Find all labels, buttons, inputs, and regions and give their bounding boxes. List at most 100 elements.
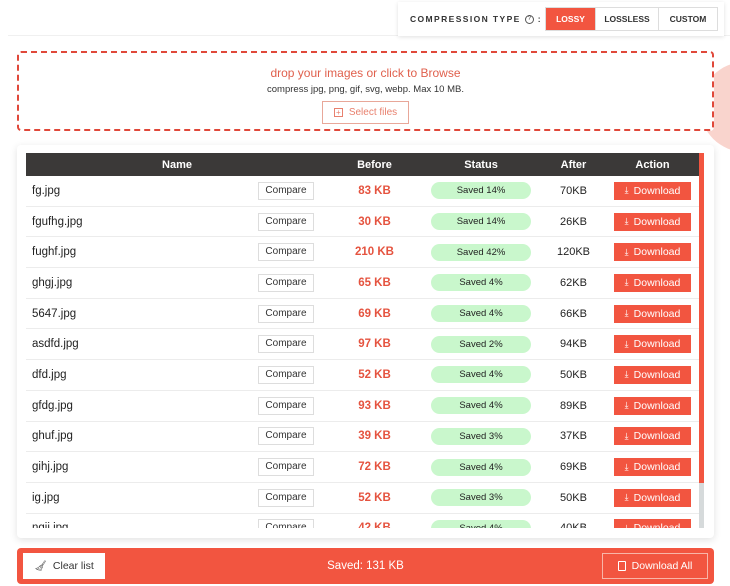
before-size: 210 KB: [355, 246, 394, 259]
download-label: Download: [633, 399, 681, 412]
before-size: 65 KB: [358, 276, 391, 289]
drop-zone[interactable]: drop your images or click to Browse comp…: [17, 51, 714, 131]
clear-list-label: Clear list: [52, 560, 94, 572]
after-size: 40KB: [560, 522, 587, 528]
download-label: Download: [633, 215, 681, 228]
compare-button[interactable]: Compare: [258, 365, 314, 384]
after-size-cell: 40KB: [541, 522, 606, 528]
after-size-cell: 37KB: [541, 430, 606, 442]
table-row: ghgj.jpg Compare 65 KB Saved 4% 62KB ⤓ D…: [26, 268, 699, 299]
table-row: 5647.jpg Compare 69 KB Saved 4% 66KB ⤓ D…: [26, 299, 699, 330]
status-cell: Saved 3%: [421, 427, 541, 445]
before-size-cell: 72 KB: [328, 461, 421, 473]
header-status: Status: [464, 158, 498, 171]
after-size: 94KB: [560, 338, 587, 351]
after-size-cell: 62KB: [541, 277, 606, 289]
before-size: 69 KB: [358, 307, 391, 320]
status-badge: Saved 4%: [431, 366, 531, 384]
compare-button[interactable]: Compare: [258, 212, 314, 231]
file-name: fughf.jpg: [32, 246, 77, 259]
compare-button[interactable]: Compare: [258, 458, 314, 477]
status-badge: Saved 4%: [431, 274, 531, 292]
compare-button[interactable]: Compare: [258, 181, 314, 200]
after-size-cell: 89KB: [541, 400, 606, 412]
after-size-cell: 66KB: [541, 308, 606, 320]
status-badge: Saved 14%: [431, 182, 531, 200]
compare-button[interactable]: Compare: [258, 335, 314, 354]
compare-button[interactable]: Compare: [258, 304, 314, 323]
drop-zone-subtitle: compress jpg, png, gif, svg, webp. Max 1…: [267, 84, 464, 95]
before-size-cell: 69 KB: [328, 308, 421, 320]
compare-button[interactable]: Compare: [258, 427, 314, 446]
download-button[interactable]: ⤓ Download: [614, 488, 691, 507]
download-button[interactable]: ⤓ Download: [614, 458, 691, 477]
compare-cell: Compare: [258, 458, 328, 477]
compare-cell: Compare: [258, 212, 328, 231]
compare-button[interactable]: Compare: [258, 273, 314, 292]
table-row: dfd.jpg Compare 52 KB Saved 4% 50KB ⤓ Do…: [26, 360, 699, 391]
status-badge: Saved 4%: [431, 458, 531, 476]
download-label: Download: [633, 461, 681, 474]
before-size: 52 KB: [358, 491, 391, 504]
lossless-button[interactable]: LOSSLESS: [596, 8, 659, 30]
after-size-cell: 120KB: [541, 246, 606, 258]
after-size: 66KB: [560, 307, 587, 320]
download-button[interactable]: ⤓ Download: [614, 365, 691, 384]
file-name: ig.jpg: [32, 491, 60, 504]
question-circle-icon[interactable]: ?: [524, 14, 534, 24]
download-icon: ⤓: [624, 369, 629, 380]
file-icon: [617, 561, 626, 571]
after-size-cell: 94KB: [541, 338, 606, 350]
lossy-button[interactable]: LOSSY: [546, 8, 596, 30]
select-files-button[interactable]: + Select files: [321, 101, 410, 124]
compare-button[interactable]: Compare: [258, 488, 314, 507]
before-size-cell: 30 KB: [328, 216, 421, 228]
compare-button[interactable]: Compare: [258, 243, 314, 262]
download-button[interactable]: ⤓ Download: [614, 212, 691, 231]
compare-button[interactable]: Compare: [258, 396, 314, 415]
before-size-cell: 97 KB: [328, 338, 421, 350]
plus-square-icon: +: [333, 108, 343, 117]
header-action: Action: [635, 158, 670, 171]
file-name: ngij.jpg: [26, 522, 258, 528]
scrollbar[interactable]: [699, 153, 704, 528]
drop-zone-title: drop your images or click to Browse: [270, 66, 461, 80]
status-cell: Saved 4%: [421, 397, 541, 415]
clear-list-button[interactable]: 🧹︎ Clear list: [23, 553, 105, 579]
action-cell: ⤓ Download: [606, 365, 699, 384]
download-icon: ⤓: [624, 400, 629, 411]
compression-type-selector: LOSSY LOSSLESS CUSTOM: [545, 7, 718, 31]
status-cell: Saved 4%: [421, 305, 541, 323]
download-label: Download: [633, 338, 681, 351]
before-size: 72 KB: [358, 461, 391, 474]
scrollbar-thumb[interactable]: [699, 153, 704, 483]
compare-cell: Compare: [258, 181, 328, 200]
download-button[interactable]: ⤓ Download: [614, 396, 691, 415]
custom-button[interactable]: CUSTOM: [659, 8, 717, 30]
download-button[interactable]: ⤓ Download: [614, 519, 691, 528]
download-label: Download: [633, 184, 681, 197]
action-cell: ⤓ Download: [606, 181, 699, 200]
header-before: Before: [357, 158, 392, 171]
download-icon: ⤓: [624, 277, 629, 288]
download-button[interactable]: ⤓ Download: [614, 335, 691, 354]
after-size: 26KB: [560, 215, 587, 228]
file-name: 5647.jpg: [32, 307, 77, 320]
download-label: Download: [633, 368, 681, 381]
download-button[interactable]: ⤓ Download: [614, 181, 691, 200]
after-size: 89KB: [560, 399, 587, 412]
before-size-cell: 93 KB: [328, 400, 421, 412]
before-size-cell: 42 KB: [328, 522, 421, 528]
compare-button[interactable]: Compare: [258, 519, 314, 528]
download-icon: ⤓: [624, 461, 629, 472]
download-all-button[interactable]: Download All: [602, 553, 708, 579]
before-size-cell: 52 KB: [328, 492, 421, 504]
download-button[interactable]: ⤓ Download: [614, 273, 691, 292]
file-name: dfd.jpg: [32, 368, 67, 381]
download-button[interactable]: ⤓ Download: [614, 304, 691, 323]
download-button[interactable]: ⤓ Download: [614, 243, 691, 262]
header-after: After: [560, 158, 587, 171]
download-button[interactable]: ⤓ Download: [614, 427, 691, 446]
download-label: Download: [633, 491, 681, 504]
status-cell: Saved 14%: [421, 213, 541, 231]
